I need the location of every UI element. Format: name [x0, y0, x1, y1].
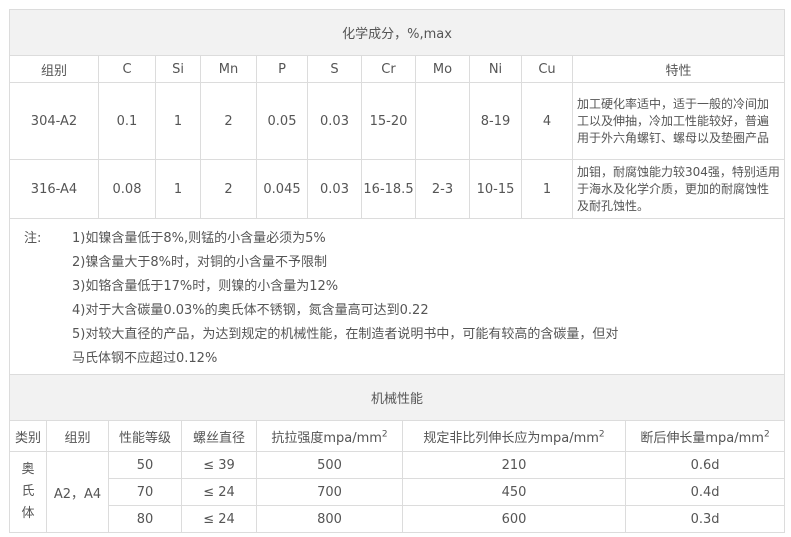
- mechanical-properties-table: 机械性能 类别 组别 性能等级 螺丝直径 抗拉强度mpa/mm2 规定非比列伸长…: [8, 374, 786, 533]
- header-text: 抗拉强度mpa/mm: [271, 430, 382, 446]
- table-cell: 15-20: [361, 82, 416, 160]
- table-cell: 500: [256, 451, 403, 479]
- notes-list: 1)如镍含量低于8%,则锰的小含量必须为5% 2)镍含量大于8%时，对铜的小含量…: [72, 227, 784, 371]
- table-cell: 0.4d: [624, 478, 786, 506]
- mechanical-header-row: 类别 组别 性能等级 螺丝直径 抗拉强度mpa/mm2 规定非比列伸长应为mpa…: [9, 420, 786, 452]
- group-cell: A2，A4: [46, 451, 109, 533]
- table-cell: 2-3: [415, 159, 470, 219]
- composition-header-row: 组别 C Si Mn P S Cr Mo Ni Cu 特性: [9, 55, 786, 83]
- header-cell: Mo: [415, 55, 470, 83]
- table-cell: 0.1: [98, 82, 156, 160]
- table-cell: 1: [521, 159, 573, 219]
- property-description: 加工硬化率适中，适于一般的冷间加工以及伸抽，冷加工性能较好，普遍用于外六角螺钉、…: [571, 82, 786, 160]
- table-cell: 70: [108, 478, 182, 506]
- table-cell: ≤ 24: [181, 505, 257, 533]
- table-cell: 10-15: [469, 159, 522, 219]
- composition-title: 化学成分，%,max: [8, 9, 786, 56]
- notes-cell: 注: 1)如镍含量低于8%,则锰的小含量必须为5% 2)镍含量大于8%时，对铜的…: [8, 218, 786, 378]
- table-cell: 2: [200, 159, 257, 219]
- table-row: 304-A2 0.1 1 2 0.05 0.03 15-20 8-19 4 加工…: [9, 82, 786, 160]
- header-cell: Cu: [521, 55, 573, 83]
- table-cell: 0.3d: [624, 505, 786, 533]
- table-cell: 0.6d: [624, 451, 786, 479]
- header-cell: 性能等级: [108, 420, 182, 452]
- table-cell: 2: [200, 82, 257, 160]
- table-cell: 0.03: [307, 159, 362, 219]
- header-cell: 螺丝直径: [181, 420, 257, 452]
- table-row: 奥氏体 A2，A4 50 ≤ 39 500 210 0.6d: [9, 451, 786, 533]
- table-cell: 0.05: [256, 82, 308, 160]
- table-cell: ≤ 39: [181, 451, 257, 479]
- header-cell: 组别: [46, 420, 109, 452]
- table-row: 316-A4 0.08 1 2 0.045 0.03 16-18.5 2-3 1…: [9, 159, 786, 219]
- table-cell: 800: [256, 505, 403, 533]
- table-cell: 700: [256, 478, 403, 506]
- note-item: 5)对较大直径的产品，为达到规定的机械性能，在制造者说明书中，可能有较高的含碳量…: [72, 327, 619, 342]
- header-cell: Mn: [200, 55, 257, 83]
- category-cell: 奥氏体: [9, 451, 47, 533]
- header-cell: Si: [155, 55, 201, 83]
- superscript: 2: [381, 429, 388, 440]
- header-cell: 组别: [9, 55, 99, 83]
- chemical-composition-table: 化学成分，%,max 组别 C Si Mn P S Cr Mo Ni Cu 特性…: [8, 9, 786, 378]
- header-cell: Cr: [361, 55, 416, 83]
- superscript: 2: [763, 429, 770, 440]
- header-cell: 类别: [9, 420, 47, 452]
- header-text: 断后伸长量mpa/mm: [640, 430, 764, 446]
- header-cell: S: [307, 55, 362, 83]
- header-cell: 特性: [571, 55, 786, 83]
- header-cell: C: [98, 55, 156, 83]
- header-cell: 抗拉强度mpa/mm2: [256, 420, 403, 452]
- table-cell: 0.08: [98, 159, 156, 219]
- table-cell: 8-19: [469, 82, 522, 160]
- note-item: 3)如铬含量低于17%时，则镍的小含量为12%: [72, 279, 339, 294]
- table-cell: 4: [521, 82, 573, 160]
- table-cell: 450: [402, 478, 626, 506]
- property-description: 加钼，耐腐蚀能力较304强，特别适用于海水及化学介质，更加的耐腐蚀性及耐孔蚀性。: [571, 159, 786, 219]
- header-cell: 规定非比列伸长应为mpa/mm2: [402, 420, 626, 452]
- note-item: 2)镍含量大于8%时，对铜的小含量不予限制: [72, 255, 327, 270]
- table-cell: 0.045: [256, 159, 308, 219]
- table-cell: ≤ 24: [181, 478, 257, 506]
- header-text: 规定非比列伸长应为mpa/mm: [423, 430, 599, 446]
- notes-row: 注: 1)如镍含量低于8%,则锰的小含量必须为5% 2)镍含量大于8%时，对铜的…: [8, 218, 786, 378]
- table-cell: 600: [402, 505, 626, 533]
- superscript: 2: [598, 429, 605, 440]
- table-cell: 1: [155, 159, 201, 219]
- table-cell: 304-A2: [9, 82, 99, 160]
- note-item: 1)如镍含量低于8%,则锰的小含量必须为5%: [72, 231, 326, 246]
- table-cell: [415, 82, 470, 160]
- note-item: 4)对于大含碳量0.03%的奥氏体不锈钢，氮含量高可达到0.22: [72, 303, 429, 318]
- header-cell: 断后伸长量mpa/mm2: [624, 420, 786, 452]
- table-cell: 0.03: [307, 82, 362, 160]
- header-cell: P: [256, 55, 308, 83]
- table-cell: 210: [402, 451, 626, 479]
- table-cell: 80: [108, 505, 182, 533]
- header-cell: Ni: [469, 55, 522, 83]
- table-row: 80 ≤ 24 800 600 0.3d: [10, 505, 786, 533]
- table-cell: 16-18.5: [361, 159, 416, 219]
- table-cell: 1: [155, 82, 201, 160]
- table-row: 70 ≤ 24 700 450 0.4d: [10, 478, 786, 506]
- table-cell: 50: [108, 451, 182, 479]
- table-cell: 316-A4: [9, 159, 99, 219]
- note-item: 马氏体钢不应超过0.12%: [72, 351, 218, 366]
- mechanical-title: 机械性能: [8, 374, 786, 421]
- notes-label: 注:: [24, 231, 42, 246]
